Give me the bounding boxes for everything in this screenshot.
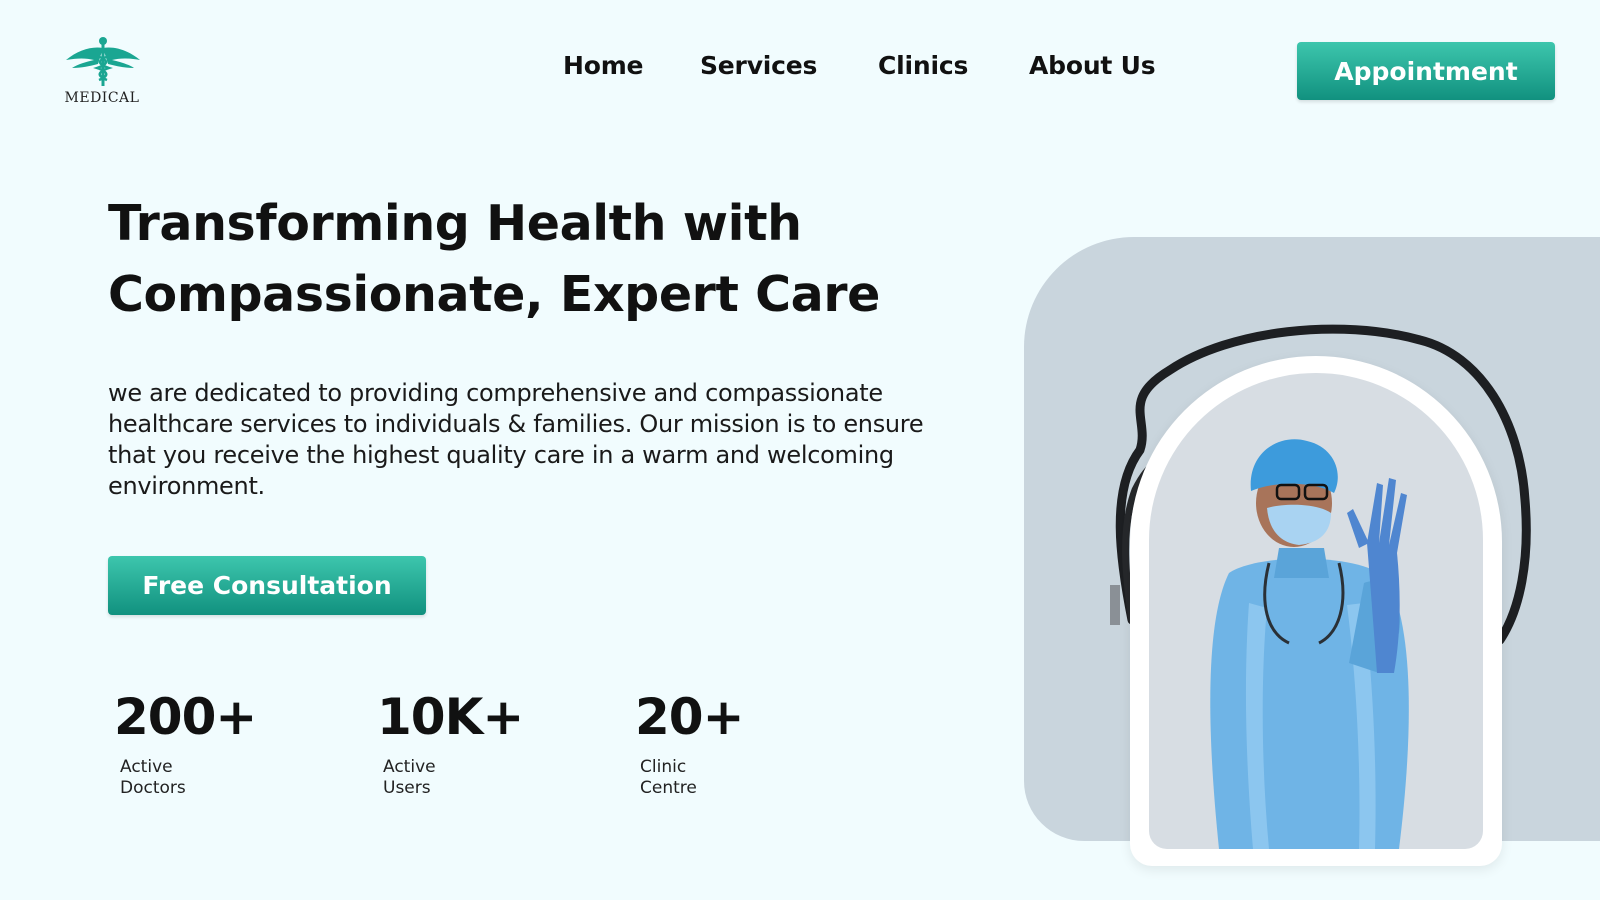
stat-label-line: Doctors bbox=[120, 778, 186, 798]
stat-clinics-value: 20+ bbox=[635, 688, 744, 746]
stat-users-value: 10K+ bbox=[377, 688, 524, 746]
stat-doctors-label: Active Doctors bbox=[120, 757, 240, 799]
caduceus-icon bbox=[66, 37, 140, 86]
stat-label-line: Centre bbox=[640, 778, 697, 798]
doctor-illustration bbox=[1210, 439, 1409, 849]
stat-label-line: Users bbox=[383, 778, 431, 798]
hero-description: we are dedicated to providing comprehens… bbox=[108, 379, 924, 500]
stat-label-line: Active bbox=[120, 757, 173, 777]
stat-clinics-label: Clinic Centre bbox=[640, 757, 760, 799]
brand-logo[interactable]: MEDICAL bbox=[60, 36, 144, 110]
headline-line-2: Compassionate, Expert Care bbox=[108, 266, 880, 323]
stat-label-line: Active bbox=[383, 757, 436, 777]
nav-home[interactable]: Home bbox=[563, 51, 644, 80]
nav-about-us[interactable]: About Us bbox=[1029, 51, 1156, 80]
stat-doctors-value: 200+ bbox=[114, 688, 257, 746]
logo-text: MEDICAL bbox=[64, 90, 140, 106]
stat-label-line: Clinic bbox=[640, 757, 687, 777]
doctor-photo bbox=[1149, 373, 1483, 849]
headline-line-1: Transforming Health with bbox=[108, 195, 802, 252]
free-consultation-button[interactable]: Free Consultation bbox=[108, 556, 426, 615]
nav-services[interactable]: Services bbox=[700, 51, 817, 80]
nav-clinics[interactable]: Clinics bbox=[878, 51, 968, 80]
stat-users-label: Active Users bbox=[383, 757, 503, 799]
appointment-button[interactable]: Appointment bbox=[1297, 42, 1555, 100]
hero-headline: Transforming Health with Compassionate, … bbox=[108, 188, 968, 330]
